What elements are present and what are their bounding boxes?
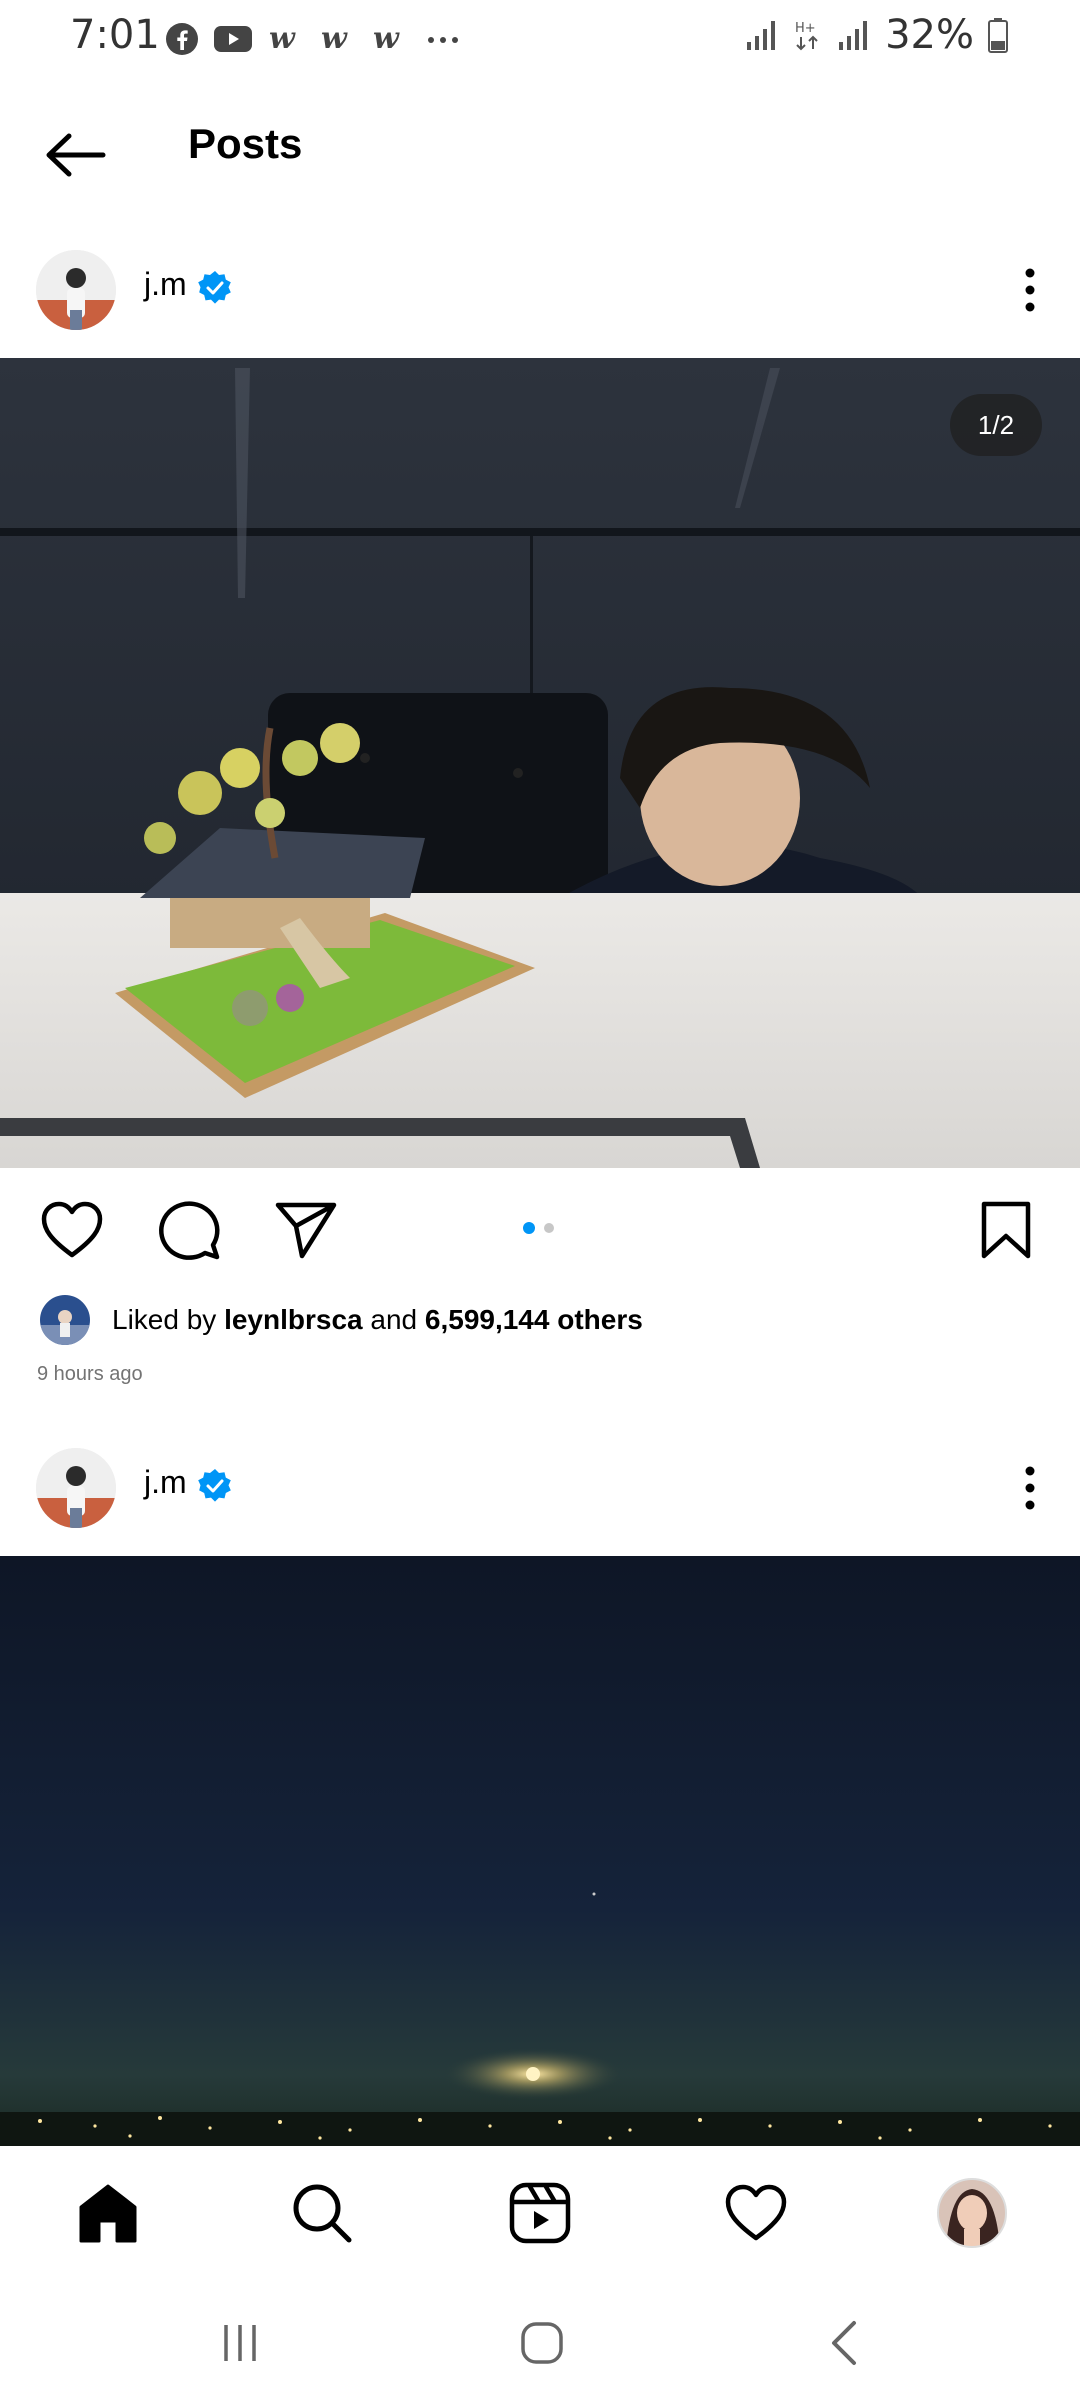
verified-badge-icon: [198, 271, 231, 304]
post-image[interactable]: [0, 1556, 1080, 2146]
nav-profile[interactable]: [922, 2163, 1022, 2263]
webtoon-icon: w: [373, 24, 400, 54]
author-username[interactable]: j.m: [144, 266, 187, 303]
more-icon: [428, 37, 458, 43]
svg-text:w: w: [321, 24, 348, 54]
back-button[interactable]: [30, 110, 120, 200]
author-avatar[interactable]: [36, 250, 116, 330]
post-options-button[interactable]: [990, 250, 1070, 330]
author-avatar[interactable]: [36, 1448, 116, 1528]
facebook-icon: [166, 23, 198, 55]
youtube-icon: [214, 26, 252, 52]
battery-percent: 32%: [885, 12, 974, 58]
nav-search[interactable]: [272, 2163, 372, 2263]
heart-icon: [725, 2184, 787, 2241]
carousel-dot: [544, 1223, 554, 1233]
reels-icon: [509, 2182, 571, 2244]
recent-apps-icon: [224, 2325, 256, 2361]
post-actions: [0, 1180, 1080, 1280]
signal-icon: [839, 21, 868, 50]
recent-apps-button[interactable]: [190, 2298, 290, 2388]
liker-avatar: [40, 1295, 90, 1345]
share-button[interactable]: [266, 1190, 346, 1270]
post-photo: [0, 358, 1080, 1168]
home-circle-icon: [521, 2322, 563, 2364]
verified-badge-icon: [198, 1469, 231, 1502]
status-right: H+ 32%: [745, 12, 1008, 58]
webtoon-icon: w: [269, 24, 296, 54]
more-vertical-icon: [1025, 268, 1035, 312]
comment-button[interactable]: [150, 1190, 230, 1270]
status-time: 7:01: [70, 12, 160, 58]
bottom-navigation: [0, 2148, 1080, 2278]
like-button[interactable]: [32, 1190, 112, 1270]
top-app-bar: Posts: [0, 90, 1080, 210]
heart-outline-icon: [41, 1201, 103, 1258]
more-vertical-icon: [1025, 1466, 1035, 1510]
author-username[interactable]: j.m: [144, 1464, 187, 1501]
post-photo: [0, 1556, 1080, 2146]
bookmark-icon: [981, 1201, 1031, 1259]
carousel-page-badge: 1/2: [950, 394, 1042, 456]
send-icon: [275, 1202, 337, 1259]
likes-summary[interactable]: Liked by leynlbrsca and 6,599,144 others: [40, 1295, 643, 1345]
liker-username[interactable]: leynlbrsca: [224, 1304, 363, 1336]
home-icon: [79, 2184, 137, 2243]
nav-reels[interactable]: [490, 2163, 590, 2263]
system-navigation: [0, 2278, 1080, 2400]
nav-activity[interactable]: [706, 2163, 806, 2263]
carousel-dot-active: [523, 1222, 535, 1234]
arrow-left-icon: [46, 133, 106, 177]
svg-text:w: w: [269, 24, 296, 54]
post-header: j.m: [0, 230, 1080, 350]
likes-prefix: Liked by: [112, 1304, 217, 1335]
status-app-icons: w w w: [165, 14, 463, 64]
search-icon: [293, 2184, 352, 2243]
post-image[interactable]: 1/2: [0, 358, 1080, 1168]
save-button[interactable]: [966, 1190, 1046, 1270]
post-options-button[interactable]: [990, 1448, 1070, 1528]
signal-icon: [747, 21, 776, 50]
nav-home[interactable]: [58, 2163, 158, 2263]
post-header: j.m: [0, 1428, 1080, 1548]
home-system-button[interactable]: [492, 2298, 592, 2388]
post-timestamp: 9 hours ago: [37, 1363, 143, 1385]
svg-text:w: w: [373, 24, 400, 54]
page-title: Posts: [188, 120, 303, 167]
likes-count[interactable]: 6,599,144 others: [425, 1304, 643, 1336]
comment-icon: [159, 1201, 220, 1260]
likes-middle: and: [370, 1304, 418, 1335]
hplus-data-icon: H+: [795, 21, 818, 51]
battery-icon: [988, 18, 1008, 53]
webtoon-icon: w: [321, 24, 348, 54]
back-chevron-icon: [832, 2321, 856, 2365]
profile-avatar: [937, 2178, 1007, 2248]
svg-text:H+: H+: [795, 21, 816, 36]
back-system-button[interactable]: [794, 2298, 894, 2388]
status-bar: 7:01 w w w H+ 32%: [0, 0, 1080, 80]
